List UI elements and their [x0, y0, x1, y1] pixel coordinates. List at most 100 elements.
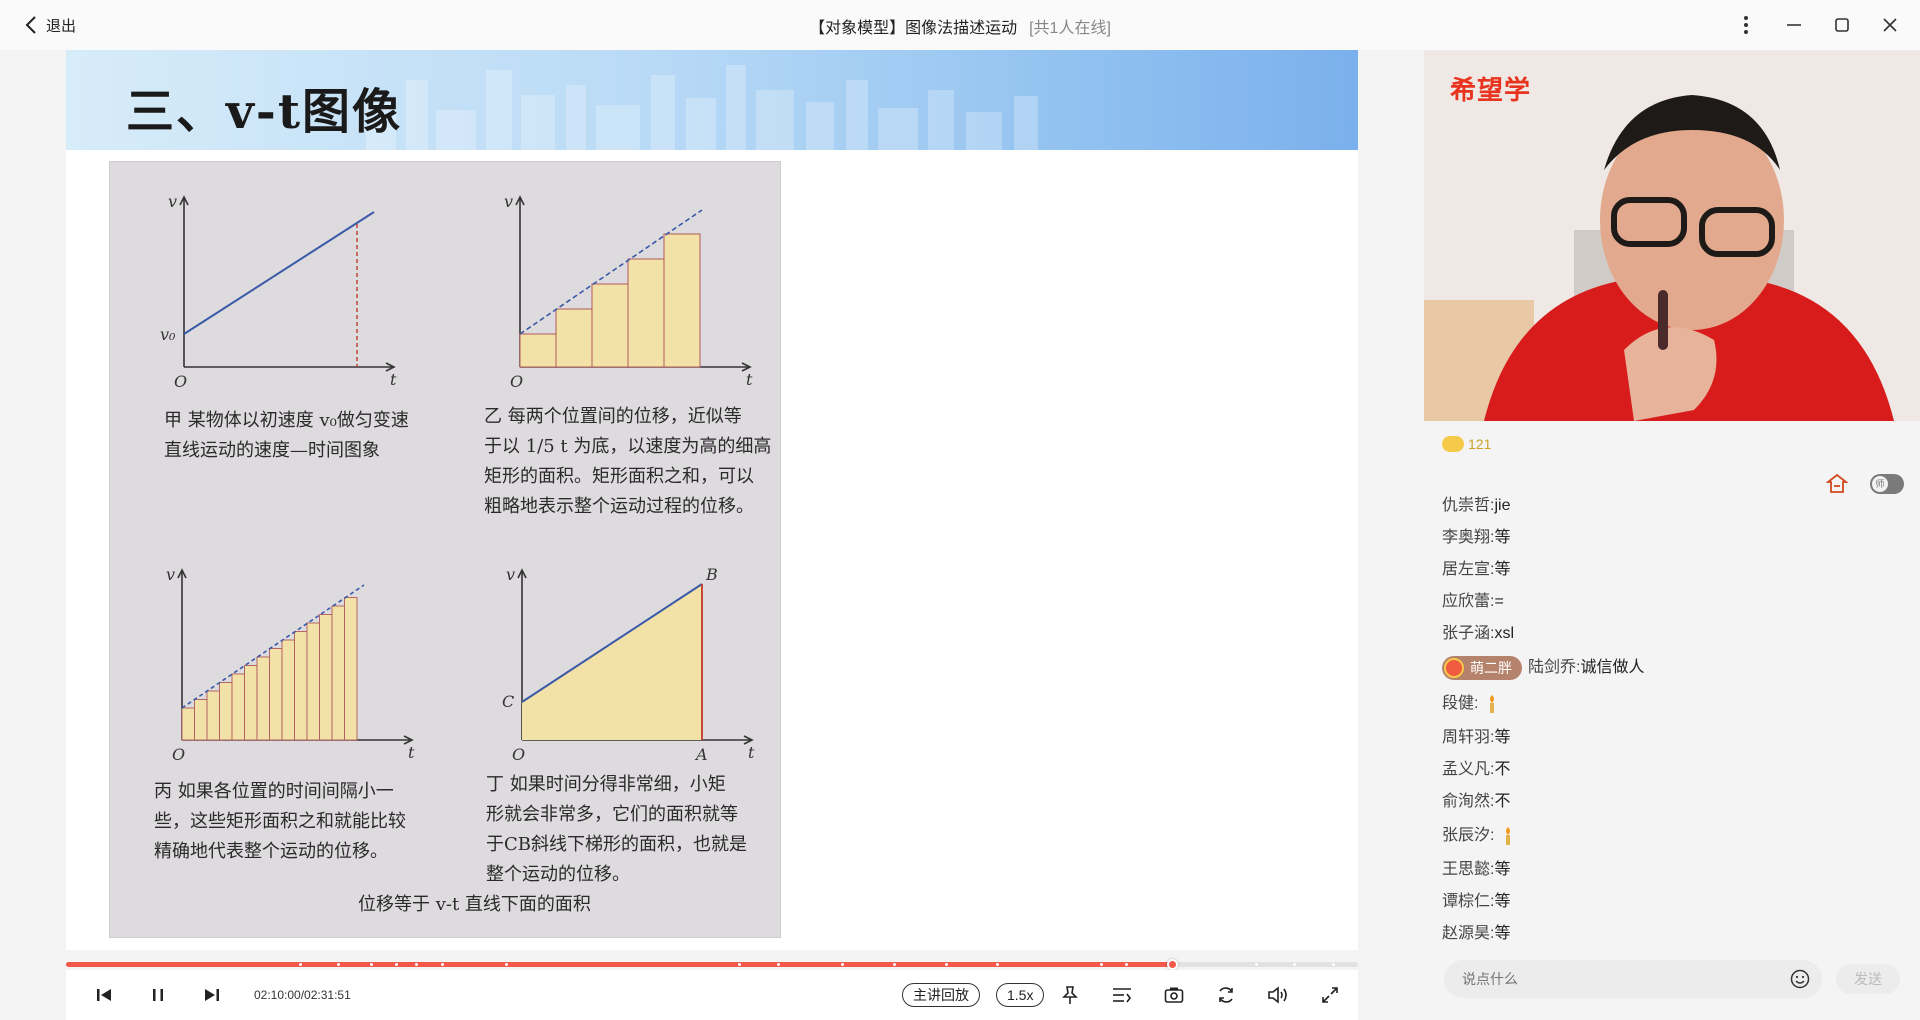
caption-yi: 乙 每两个位置间的位移，近似等 于以 1/5 t 为底，以速度为高的细高 矩形的…	[484, 402, 771, 522]
chat-message: 段健:	[1442, 686, 1902, 722]
chat-message: 萌二胖 陆剑乔: 诚信做人	[1442, 650, 1902, 686]
send-button[interactable]: 发送	[1836, 964, 1900, 994]
fullscreen-button[interactable]	[1316, 980, 1344, 1010]
chat-text: 不	[1494, 793, 1511, 810]
more-vertical-icon	[1744, 16, 1748, 34]
caption-yi-line: 乙 每两个位置间的位移，近似等	[484, 406, 742, 427]
progress-bar[interactable]	[66, 957, 1358, 970]
progress-chapter-marker[interactable]	[776, 963, 780, 966]
more-menu-button[interactable]	[1736, 12, 1756, 38]
caption-bing-line: 精确地代表整个运动的位移。	[154, 841, 388, 862]
chat-author-name: 段健	[1442, 695, 1475, 712]
minimize-button[interactable]	[1784, 12, 1804, 38]
chat-author: 王思懿:	[1442, 861, 1495, 878]
chat-text: 等	[1494, 529, 1511, 546]
maximize-icon	[1835, 18, 1849, 32]
progress-chapter-marker[interactable]	[737, 963, 741, 966]
chat-author: 俞洵然:	[1442, 793, 1495, 810]
graph-bing-rect	[181, 707, 195, 741]
skip-next-icon	[205, 989, 219, 1001]
chat-author-name: 王思懿	[1442, 861, 1491, 878]
window-controls	[1736, 12, 1900, 38]
refresh-button[interactable]	[1212, 980, 1240, 1010]
pause-button[interactable]	[146, 980, 170, 1010]
chat-text: 等	[1494, 729, 1511, 746]
caption-bing: 丙 如果各位置的时间间隔小一 些，这些矩形面积之和就能比较 精确地代表整个运动的…	[154, 777, 406, 867]
subtitle-list-button[interactable]	[1108, 980, 1136, 1010]
chat-author: 居左宣:	[1442, 561, 1495, 578]
chat-author-name: 赵源昊	[1442, 925, 1491, 942]
chat-author-name: 张辰汐	[1442, 827, 1491, 844]
progress-chapter-marker[interactable]	[944, 963, 948, 966]
chat-list: 仇崇哲: jie 李奥翔: 等 居左宣: 等 应欣蕾: = 张子涵: xsl 萌…	[1442, 490, 1902, 950]
graph-ding-trapezoid	[522, 584, 702, 740]
caption-ding-line: 整个运动的位移。	[486, 864, 630, 885]
close-icon	[1883, 18, 1897, 32]
chat-message: 仇崇哲: jie	[1442, 490, 1902, 522]
graph-bing-rect	[256, 656, 270, 741]
fan-badge: 萌二胖	[1442, 656, 1522, 680]
chat-message: 赵源昊: 等	[1442, 918, 1902, 950]
chat-text: 等	[1494, 893, 1511, 910]
screenshot-button[interactable]	[1160, 980, 1188, 1010]
chat-author-name: 陆剑乔	[1528, 659, 1577, 676]
progress-chapter-marker[interactable]	[369, 963, 373, 966]
minimize-icon	[1787, 24, 1801, 26]
replay-mode-button[interactable]: 主讲回放	[902, 983, 980, 1007]
caption-jia: 甲 某物体以初速度 v₀做匀变速 直线运动的速度—时间图象	[164, 406, 409, 466]
graph-ding-A-label: A	[694, 745, 708, 764]
chat-author-name: 孟义凡	[1442, 761, 1491, 778]
next-button[interactable]	[200, 980, 224, 1010]
brand-logo: 希望学	[1450, 75, 1532, 105]
teacher-video[interactable]: 希望学	[1424, 50, 1920, 421]
chat-author-name: 李奥翔	[1442, 529, 1491, 546]
maximize-button[interactable]	[1832, 12, 1852, 38]
graph-bing-origin-label: O	[172, 745, 185, 764]
graph-ding-origin-label: O	[512, 745, 525, 764]
chat-author-name: 仇崇哲	[1442, 497, 1491, 514]
chat-author: 段健:	[1442, 695, 1479, 712]
graph-jia-origin-label: O	[174, 372, 187, 391]
progress-chapter-marker[interactable]	[440, 963, 444, 966]
speed-button[interactable]: 1.5x	[996, 983, 1045, 1007]
chat-author: 应欣蕾:	[1442, 593, 1495, 610]
list-settings-icon	[1113, 988, 1131, 1003]
skip-previous-icon	[97, 989, 111, 1001]
chat-author: 李奥翔:	[1442, 529, 1495, 546]
close-button[interactable]	[1880, 12, 1900, 38]
graph-bing-rect	[294, 631, 308, 741]
chat-text: 诚信做人	[1580, 659, 1645, 676]
graph-bing-rect	[194, 699, 208, 741]
chat-author: 周轩羽:	[1442, 729, 1495, 746]
graph-bing-rect	[306, 622, 320, 741]
progress-chapter-marker[interactable]	[1254, 963, 1258, 966]
chat-input-box[interactable]	[1444, 960, 1822, 998]
window-title: 【对象模型】图像法描述运动 [共1人在线]	[0, 14, 1920, 38]
graph-bing-rect	[331, 605, 345, 741]
progress-chapter-marker[interactable]	[892, 963, 896, 966]
chat-message: 张辰汐:	[1442, 818, 1902, 854]
chat-message: 张子涵: xsl	[1442, 618, 1902, 650]
graph-ding-C-label: C	[502, 692, 514, 711]
title-bar: 退出 【对象模型】图像法描述运动 [共1人在线]	[0, 0, 1920, 50]
graph-ding-t-label: t	[748, 743, 755, 762]
previous-button[interactable]	[92, 980, 116, 1010]
progress-chapter-marker[interactable]	[414, 963, 418, 966]
volume-button[interactable]	[1264, 980, 1292, 1010]
chat-message: 周轩羽: 等	[1442, 722, 1902, 754]
caption-yi-line: 粗略地表示整个运动过程的位移。	[484, 496, 754, 517]
progress-chapter-marker[interactable]	[1099, 963, 1103, 966]
graph-yi-rect	[663, 233, 701, 368]
progress-knob[interactable]	[1167, 959, 1179, 970]
chat-text: 等	[1494, 561, 1511, 578]
progress-chapter-marker[interactable]	[298, 963, 302, 966]
graph-jia-v-label: v	[168, 192, 177, 211]
caption-jia-line: 甲 某物体以初速度 v₀做匀变速	[164, 410, 409, 431]
bottom-caption: 位移等于 v-t 直线下面的面积	[358, 894, 591, 915]
emoji-icon[interactable]	[1790, 969, 1810, 989]
slide-title: 三、v-t图像	[126, 84, 402, 140]
pin-button[interactable]	[1056, 980, 1084, 1010]
chat-text: xsl	[1494, 625, 1515, 642]
graph-yi-rect	[555, 308, 593, 368]
chat-input[interactable]	[1444, 960, 1764, 998]
